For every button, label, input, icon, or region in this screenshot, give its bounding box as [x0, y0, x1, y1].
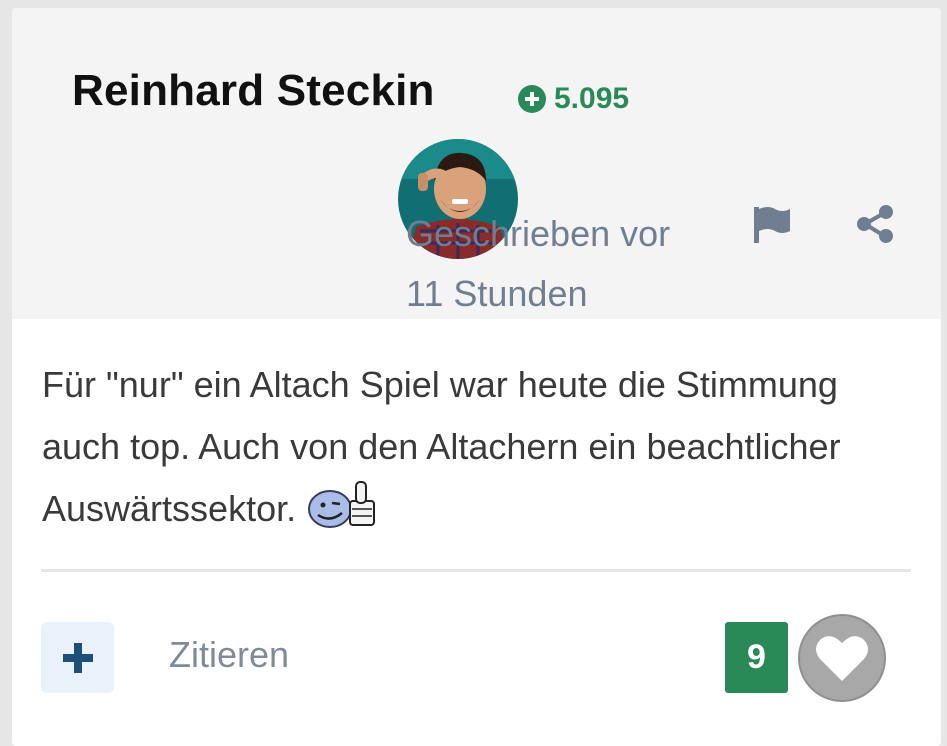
plus-circle-icon — [518, 85, 546, 113]
like-button[interactable] — [798, 614, 886, 702]
content-divider — [41, 569, 911, 572]
reputation-badge[interactable]: 5.095 — [518, 82, 629, 116]
like-count-badge[interactable]: 9 — [725, 622, 788, 693]
post-content: Für "nur" ein Altach Spiel war heute die… — [42, 354, 922, 540]
post-card: Reinhard Steckin 5.095 Geschrieben vor 1… — [12, 8, 941, 746]
thumbs-up-emoticon — [308, 481, 376, 528]
timestamp-line-1: Geschrieben vor — [406, 213, 671, 254]
quote-button[interactable]: Zitieren — [169, 634, 289, 676]
post-timestamp: Geschrieben vor 11 Stunden — [406, 204, 706, 324]
reputation-value: 5.095 — [554, 82, 630, 115]
plus-icon — [62, 642, 93, 673]
multiquote-add-button[interactable] — [41, 622, 114, 693]
heart-icon — [816, 636, 868, 681]
post-text: Für "nur" ein Altach Spiel war heute die… — [42, 364, 841, 529]
share-icon[interactable] — [855, 204, 895, 244]
author-name[interactable]: Reinhard Steckin — [72, 66, 435, 116]
post-header: Reinhard Steckin 5.095 Geschrieben vor 1… — [12, 8, 941, 319]
flag-icon[interactable] — [750, 204, 794, 244]
timestamp-line-2: 11 Stunden — [406, 273, 588, 314]
